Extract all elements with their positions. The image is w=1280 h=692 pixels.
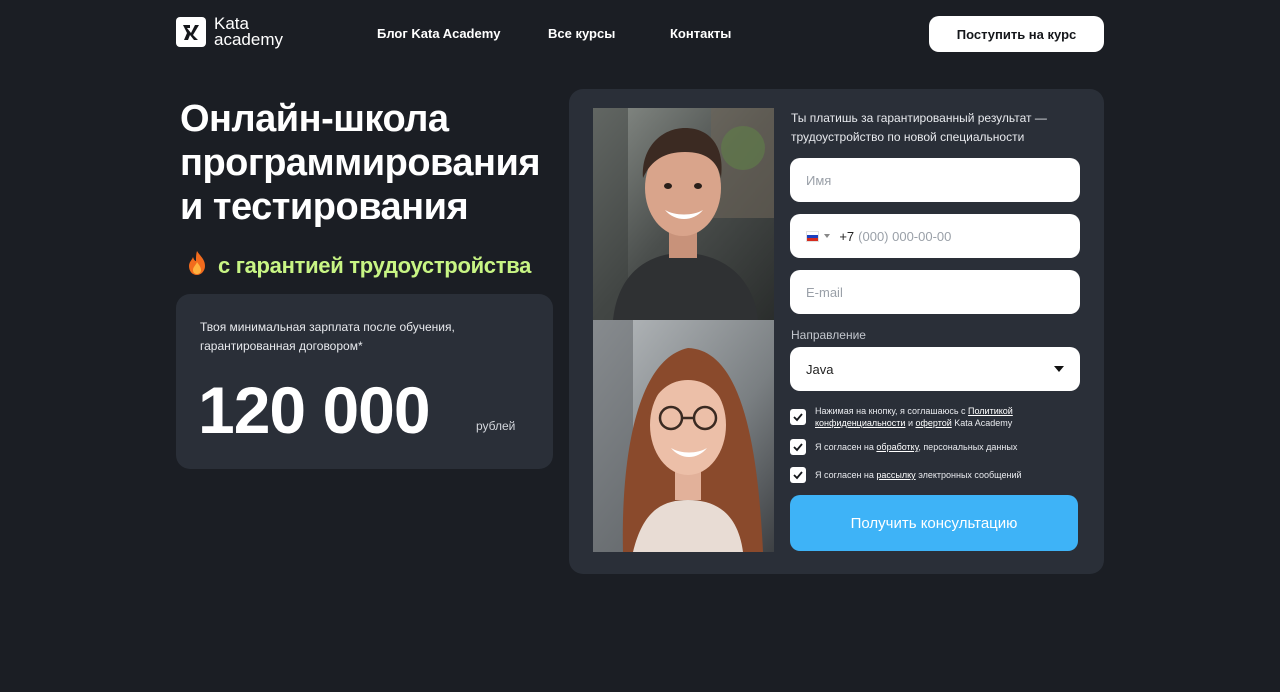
salary-card: Твоя минимальная зарплата после обучения… bbox=[176, 294, 553, 469]
name-field[interactable] bbox=[790, 158, 1080, 202]
consent-processing-checkbox[interactable] bbox=[790, 439, 806, 455]
direction-select[interactable]: Java bbox=[790, 347, 1080, 391]
consent-privacy-text: Нажимая на кнопку, я соглашаюсь с Полити… bbox=[815, 405, 1104, 429]
consent-processing-text: Я согласен на обработку, персональных да… bbox=[815, 441, 1017, 453]
salary-unit: рублей bbox=[476, 419, 516, 433]
phone-country-code: +7 bbox=[839, 228, 855, 244]
consent-mailing-prefix: Я согласен на bbox=[815, 470, 877, 480]
student-photo-man bbox=[593, 108, 774, 320]
nav-link-contacts[interactable]: Контакты bbox=[670, 26, 731, 41]
check-icon bbox=[793, 413, 803, 422]
dropdown-arrow-icon bbox=[1054, 366, 1064, 372]
consent-mailing-suffix: электронных сообщений bbox=[915, 470, 1022, 480]
fire-icon bbox=[186, 250, 208, 281]
logo[interactable]: Kata academy bbox=[176, 15, 283, 49]
consent-mailing-text: Я согласен на рассылку электронных сообщ… bbox=[815, 469, 1022, 481]
nav-link-courses[interactable]: Все курсы bbox=[548, 26, 615, 41]
consent-privacy-checkbox[interactable] bbox=[790, 409, 806, 425]
check-icon bbox=[793, 443, 803, 452]
name-input[interactable] bbox=[806, 172, 1080, 188]
nav-link-blog[interactable]: Блог Kata Academy bbox=[377, 26, 501, 41]
page: Kata academy Блог Kata Academy Все курсы… bbox=[0, 0, 1280, 692]
guarantee-tagline: с гарантией трудоустройства bbox=[186, 250, 531, 281]
ru-flag-icon[interactable] bbox=[806, 230, 820, 242]
get-consultation-button[interactable]: Получить консультацию bbox=[790, 495, 1078, 551]
email-input[interactable] bbox=[806, 284, 1080, 300]
direction-value: Java bbox=[806, 361, 834, 377]
salary-amount: 120 000 bbox=[198, 373, 431, 447]
consultation-form-panel: Ты платишь за гарантированный результат … bbox=[569, 89, 1104, 574]
enroll-button[interactable]: Поступить на курс bbox=[929, 16, 1104, 52]
phone-input[interactable] bbox=[858, 228, 1080, 244]
consent-processing-row: Я согласен на обработку, персональных да… bbox=[790, 439, 1017, 455]
email-field[interactable] bbox=[790, 270, 1080, 314]
page-title: Онлайн-школа программирования и тестиров… bbox=[180, 98, 541, 228]
form-intro: Ты платишь за гарантированный результат … bbox=[791, 111, 1047, 144]
student-photo-woman bbox=[593, 320, 774, 552]
consent-processing-prefix: Я согласен на bbox=[815, 442, 877, 452]
mailing-link[interactable]: рассылку bbox=[876, 470, 915, 480]
processing-link[interactable]: обработку bbox=[876, 442, 918, 452]
consent-privacy-suffix: Kata Academy bbox=[951, 418, 1013, 428]
consent-privacy-and: и bbox=[905, 418, 916, 428]
check-icon bbox=[793, 471, 803, 480]
consent-mailing-row: Я согласен на рассылку электронных сообщ… bbox=[790, 467, 1022, 483]
phone-field[interactable]: +7 bbox=[790, 214, 1080, 258]
consent-privacy-row: Нажимая на кнопку, я соглашаюсь с Полити… bbox=[790, 405, 1104, 429]
consent-mailing-checkbox[interactable] bbox=[790, 467, 806, 483]
logo-line2: academy bbox=[214, 30, 283, 49]
guarantee-text: с гарантией трудоустройства bbox=[218, 252, 532, 278]
logo-wordmark: Kata academy bbox=[214, 15, 283, 49]
consent-privacy-prefix: Нажимая на кнопку, я соглашаюсь с bbox=[815, 406, 969, 416]
chevron-down-icon[interactable] bbox=[824, 234, 831, 238]
direction-label: Направление bbox=[791, 328, 866, 342]
offer-link[interactable]: офертой bbox=[915, 418, 951, 428]
kata-logo-icon bbox=[176, 17, 206, 47]
salary-caption: Твоя минимальная зарплата после обучения… bbox=[200, 320, 455, 353]
consent-processing-suffix: , персональных данных bbox=[918, 442, 1018, 452]
